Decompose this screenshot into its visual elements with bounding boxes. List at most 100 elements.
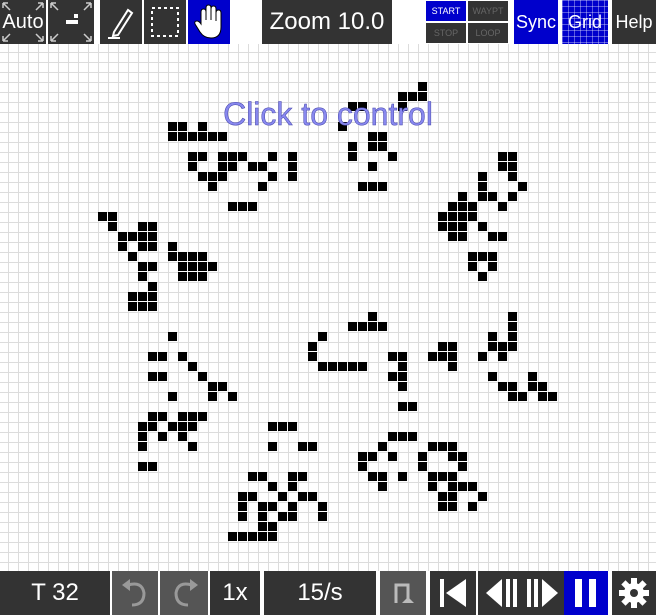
live-cell <box>228 392 237 401</box>
live-cell <box>198 272 207 281</box>
live-cell <box>128 232 137 241</box>
live-cell <box>188 162 197 171</box>
live-cell <box>298 492 307 501</box>
zoom-display[interactable]: Zoom 10.0 <box>262 0 392 44</box>
live-cell <box>378 472 387 481</box>
live-cell <box>188 442 197 451</box>
live-cell <box>138 462 147 471</box>
pan-mode-button[interactable] <box>188 0 230 44</box>
live-cell <box>308 342 317 351</box>
step-forward-button[interactable] <box>520 571 566 615</box>
live-cell <box>188 272 197 281</box>
live-cell <box>288 472 297 481</box>
live-cell <box>448 202 457 211</box>
live-cell <box>178 252 187 261</box>
live-cell <box>528 372 537 381</box>
live-cell <box>388 432 397 441</box>
fit-pattern-icon <box>50 2 92 42</box>
live-cell <box>478 222 487 231</box>
fit-selection-button[interactable] <box>48 0 94 44</box>
live-cell <box>178 272 187 281</box>
live-cell <box>488 232 497 241</box>
live-cell <box>168 242 177 251</box>
waypoint-button[interactable]: WAYPT <box>468 1 508 21</box>
rate-label: 15/s <box>297 579 343 606</box>
undo-button[interactable] <box>112 571 158 615</box>
live-cell <box>478 252 487 261</box>
live-cell <box>348 152 357 161</box>
live-cell <box>268 152 277 161</box>
live-cell <box>148 422 157 431</box>
live-cell <box>288 162 297 171</box>
live-cell <box>198 262 207 271</box>
live-cell <box>438 222 447 231</box>
start-button[interactable]: START <box>426 1 466 21</box>
live-cell <box>438 502 447 511</box>
life-canvas[interactable] <box>0 44 656 571</box>
step-forward-icon <box>527 579 558 607</box>
loop-button[interactable]: LOOP <box>468 23 508 43</box>
live-cell <box>428 472 437 481</box>
generation-display[interactable]: T 32 <box>0 571 110 615</box>
grid-button[interactable]: Grid <box>562 0 608 44</box>
live-cell <box>188 422 197 431</box>
live-cell <box>218 152 227 161</box>
auto-button[interactable]: Auto <box>0 0 46 44</box>
live-cell <box>368 312 377 321</box>
live-cell <box>348 142 357 151</box>
live-cell <box>198 372 207 381</box>
live-cell <box>488 192 497 201</box>
live-cell <box>398 92 407 101</box>
live-cell <box>378 132 387 141</box>
live-cell <box>398 362 407 371</box>
live-cell <box>198 152 207 161</box>
select-mode-button[interactable] <box>144 0 186 44</box>
live-cell <box>238 532 247 541</box>
grid-label: Grid <box>567 11 602 32</box>
live-cell <box>438 212 447 221</box>
live-cell <box>118 242 127 251</box>
pause-button[interactable] <box>564 571 608 615</box>
reset-button[interactable] <box>380 571 426 615</box>
live-cell <box>448 232 457 241</box>
live-cell <box>268 502 277 511</box>
zoom-label: Zoom 10.0 <box>269 8 385 35</box>
generation-label: T 32 <box>31 579 79 606</box>
live-cell <box>208 182 217 191</box>
loop-label: LOOP <box>475 28 501 38</box>
step-back-button[interactable] <box>478 571 524 615</box>
redo-button[interactable] <box>160 571 208 615</box>
live-cell <box>268 442 277 451</box>
live-cell <box>388 372 397 381</box>
stop-button[interactable]: STOP <box>426 23 466 43</box>
live-cell <box>178 132 187 141</box>
live-cell <box>508 382 517 391</box>
live-cell <box>448 452 457 461</box>
draw-mode-button[interactable] <box>100 0 142 44</box>
rate-display[interactable]: 15/s <box>264 571 376 615</box>
help-button[interactable]: Help <box>612 0 656 44</box>
live-cell <box>138 292 147 301</box>
live-cell <box>448 352 457 361</box>
live-cell <box>418 462 427 471</box>
live-cell <box>498 382 507 391</box>
live-cell <box>218 382 227 391</box>
live-cell <box>138 272 147 281</box>
pencil-icon <box>108 8 134 39</box>
live-cell <box>238 512 247 521</box>
live-cell <box>538 392 547 401</box>
live-cell <box>428 352 437 361</box>
speed-button[interactable]: 1x <box>210 571 260 615</box>
live-cell <box>378 442 387 451</box>
live-cell <box>128 252 137 261</box>
skip-start-button[interactable] <box>430 571 476 615</box>
live-cell <box>308 352 317 361</box>
live-cell <box>508 342 517 351</box>
live-cell <box>138 242 147 251</box>
live-cell <box>248 202 257 211</box>
live-cell <box>258 502 267 511</box>
live-cell <box>518 392 527 401</box>
settings-button[interactable] <box>612 571 656 615</box>
live-cell <box>198 132 207 141</box>
sync-button[interactable]: Sync <box>514 0 558 44</box>
